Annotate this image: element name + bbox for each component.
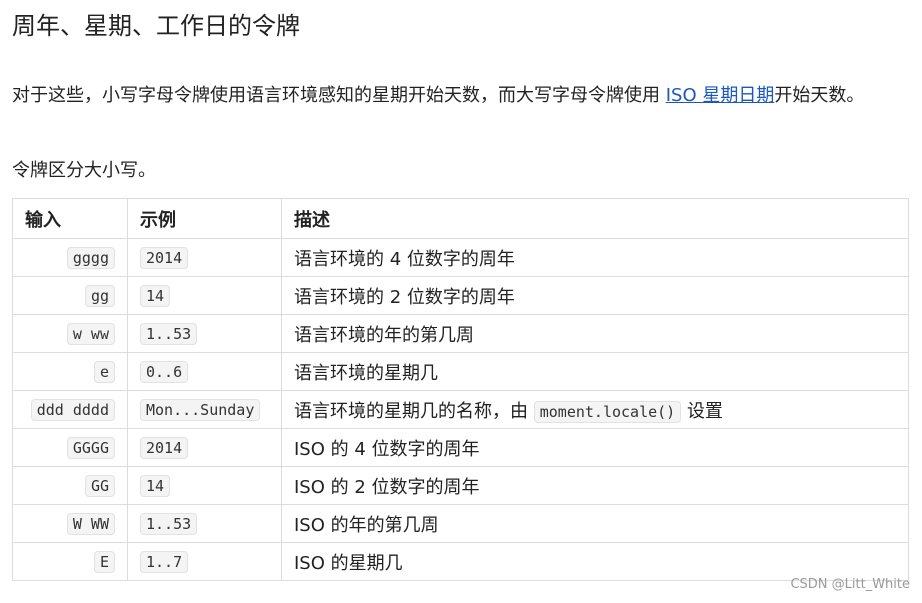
header-example: 示例 [127,198,282,239]
case-note-paragraph: 令牌区分大小写。 [12,160,156,181]
page: 周年、星期、工作日的令牌 对于这些，小写字母令牌使用语言环境感知的星期开始天数，… [0,0,922,603]
example-value: 2014 [140,247,189,269]
iso-week-date-link[interactable]: ISO 星期日期 [666,85,775,106]
intro-text-end: 开始天数。 [774,85,865,106]
table-row: ddd dddd Mon...Sunday 语言环境的星期几的名称，由 mome… [12,390,909,429]
input-token: W WW [66,513,115,535]
input-cell: ddd dddd [12,390,128,429]
example-value: Mon...Sunday [140,399,261,421]
input-token: e [93,361,115,383]
description-cell: ISO 的年的第几周 [281,504,909,543]
input-token: ddd dddd [30,399,115,421]
description-cell: 语言环境的星期几 [281,352,909,391]
example-value: 1..53 [140,323,198,345]
example-value: 14 [140,475,171,497]
token-table: 输入 示例 描述 gggg 2014 语言环境的 4 位数字的周年 gg 14 … [12,198,909,581]
input-cell: GG [12,466,128,505]
example-cell: Mon...Sunday [127,390,282,429]
example-value: 14 [140,285,171,307]
example-cell: 14 [127,276,282,315]
input-cell: GGGG [12,428,128,467]
description-text-end: 设置 [686,400,723,422]
intro-paragraph: 对于这些，小写字母令牌使用语言环境感知的星期开始天数，而大写字母令牌使用 ISO… [12,80,912,112]
input-cell: E [12,542,128,581]
description-cell: ISO 的星期几 [281,542,909,581]
example-cell: 14 [127,466,282,505]
input-cell: gg [12,276,128,315]
example-cell: 2014 [127,238,282,277]
input-cell: w ww [12,314,128,353]
locale-code: moment.locale() [533,400,682,423]
example-value: 2014 [140,437,189,459]
example-cell: 1..53 [127,504,282,543]
input-token: E [93,551,115,573]
table-row: E 1..7 ISO 的星期几 [12,542,909,581]
example-value: 1..7 [140,551,189,573]
example-cell: 1..53 [127,314,282,353]
input-cell: W WW [12,504,128,543]
example-value: 1..53 [140,513,198,535]
description-cell: ISO 的 2 位数字的周年 [281,466,909,505]
example-value: 0..6 [140,361,189,383]
header-description: 描述 [281,198,909,239]
input-token: GGGG [66,437,115,459]
input-token: gg [84,285,115,307]
table-row: GGGG 2014 ISO 的 4 位数字的周年 [12,428,909,467]
table-row: gg 14 语言环境的 2 位数字的周年 [12,276,909,315]
input-token: GG [84,475,115,497]
input-cell: e [12,352,128,391]
table-header-row: 输入 示例 描述 [12,198,909,239]
section-title: 周年、星期、工作日的令牌 [12,12,300,40]
input-token: w ww [66,323,115,345]
description-cell: ISO 的 4 位数字的周年 [281,428,909,467]
description-cell: 语言环境的 4 位数字的周年 [281,238,909,277]
example-cell: 1..7 [127,542,282,581]
description-cell: 语言环境的 2 位数字的周年 [281,276,909,315]
header-input: 输入 [12,198,128,239]
description-cell: 语言环境的年的第几周 [281,314,909,353]
input-token: gggg [66,247,115,269]
description-cell: 语言环境的星期几的名称，由 moment.locale() 设置 [281,390,909,429]
intro-text: 对于这些，小写字母令牌使用语言环境感知的星期开始天数，而大写字母令牌使用 [12,85,666,106]
description-text: 语言环境的星期几的名称，由 [294,400,528,422]
example-cell: 2014 [127,428,282,467]
table-row: W WW 1..53 ISO 的年的第几周 [12,504,909,543]
example-cell: 0..6 [127,352,282,391]
watermark: CSDN @Litt_White [790,577,910,592]
table-row: e 0..6 语言环境的星期几 [12,352,909,391]
table-row: gggg 2014 语言环境的 4 位数字的周年 [12,238,909,277]
input-cell: gggg [12,238,128,277]
table-row: GG 14 ISO 的 2 位数字的周年 [12,466,909,505]
table-row: w ww 1..53 语言环境的年的第几周 [12,314,909,353]
